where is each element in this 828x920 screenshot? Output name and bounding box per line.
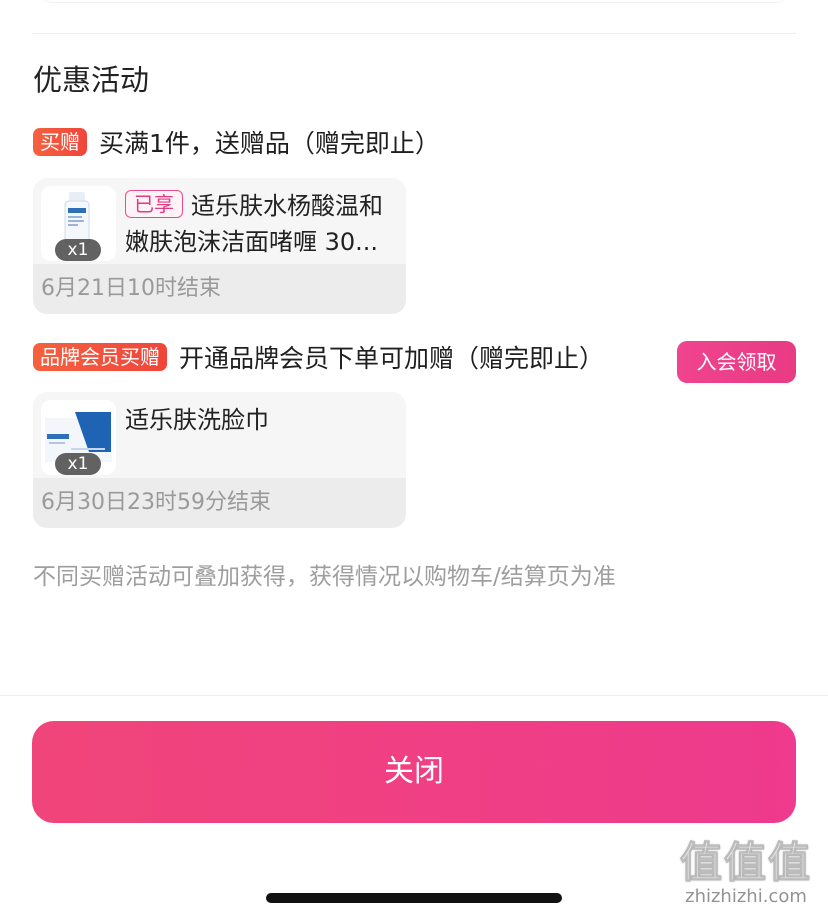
gift-name: 适乐肤洗脸巾	[125, 406, 269, 434]
close-button[interactable]: 关闭	[32, 721, 796, 823]
enjoyed-tag: 已享	[125, 190, 183, 218]
promo-row-gift: 买赠 买满1件，送赠品（赠完即止）	[33, 126, 440, 158]
quantity-badge: x1	[55, 453, 101, 475]
promo-row-member-gift: 品牌会员买赠 开通品牌会员下单可加赠（赠完即止）	[33, 341, 604, 373]
watermark-logo: 值值值	[679, 838, 812, 887]
gift-card-main: x1 适乐肤洗脸巾	[33, 392, 406, 478]
join-member-button[interactable]: 入会领取	[677, 341, 796, 383]
gift-card-cleanser[interactable]: x1 已享 适乐肤水杨酸温和嫩肤泡沫洁面啫喱 30... 6月21日10时结束	[33, 178, 406, 314]
gift-end-time: 6月21日10时结束	[33, 264, 406, 314]
gift-thumbnail-cleanser: x1	[41, 186, 116, 261]
watermark: 值值值 zhizhizhi.com	[676, 838, 816, 908]
home-indicator	[266, 893, 562, 903]
promo-tag: 买赠	[33, 128, 87, 156]
stacking-note: 不同买赠活动可叠加获得，获得情况以购物车/结算页为准	[33, 564, 616, 590]
promo-description: 开通品牌会员下单可加赠（赠完即止）	[179, 344, 605, 373]
section-title: 优惠活动	[33, 63, 150, 97]
top-divider	[32, 33, 796, 34]
gift-thumbnail-towel: x1	[41, 400, 116, 475]
previous-card-edge	[40, 0, 788, 2]
quantity-badge: x1	[55, 239, 101, 261]
promo-description: 买满1件，送赠品（赠完即止）	[99, 129, 440, 158]
gift-name: 已享 适乐肤水杨酸温和嫩肤泡沫洁面啫喱 30...	[125, 188, 399, 260]
gift-card-towel[interactable]: x1 适乐肤洗脸巾 6月30日23时59分结束	[33, 392, 406, 528]
gift-card-main: x1 已享 适乐肤水杨酸温和嫩肤泡沫洁面啫喱 30...	[33, 178, 406, 264]
promotion-sheet: 优惠活动 买赠 买满1件，送赠品（赠完即止） x1 已享 适乐肤水杨酸温和嫩肤泡沫…	[0, 0, 828, 920]
promo-tag: 品牌会员买赠	[33, 343, 167, 371]
bottom-divider	[0, 695, 828, 696]
watermark-url: zhizhizhi.com	[685, 886, 807, 907]
gift-end-time: 6月30日23时59分结束	[33, 478, 406, 528]
